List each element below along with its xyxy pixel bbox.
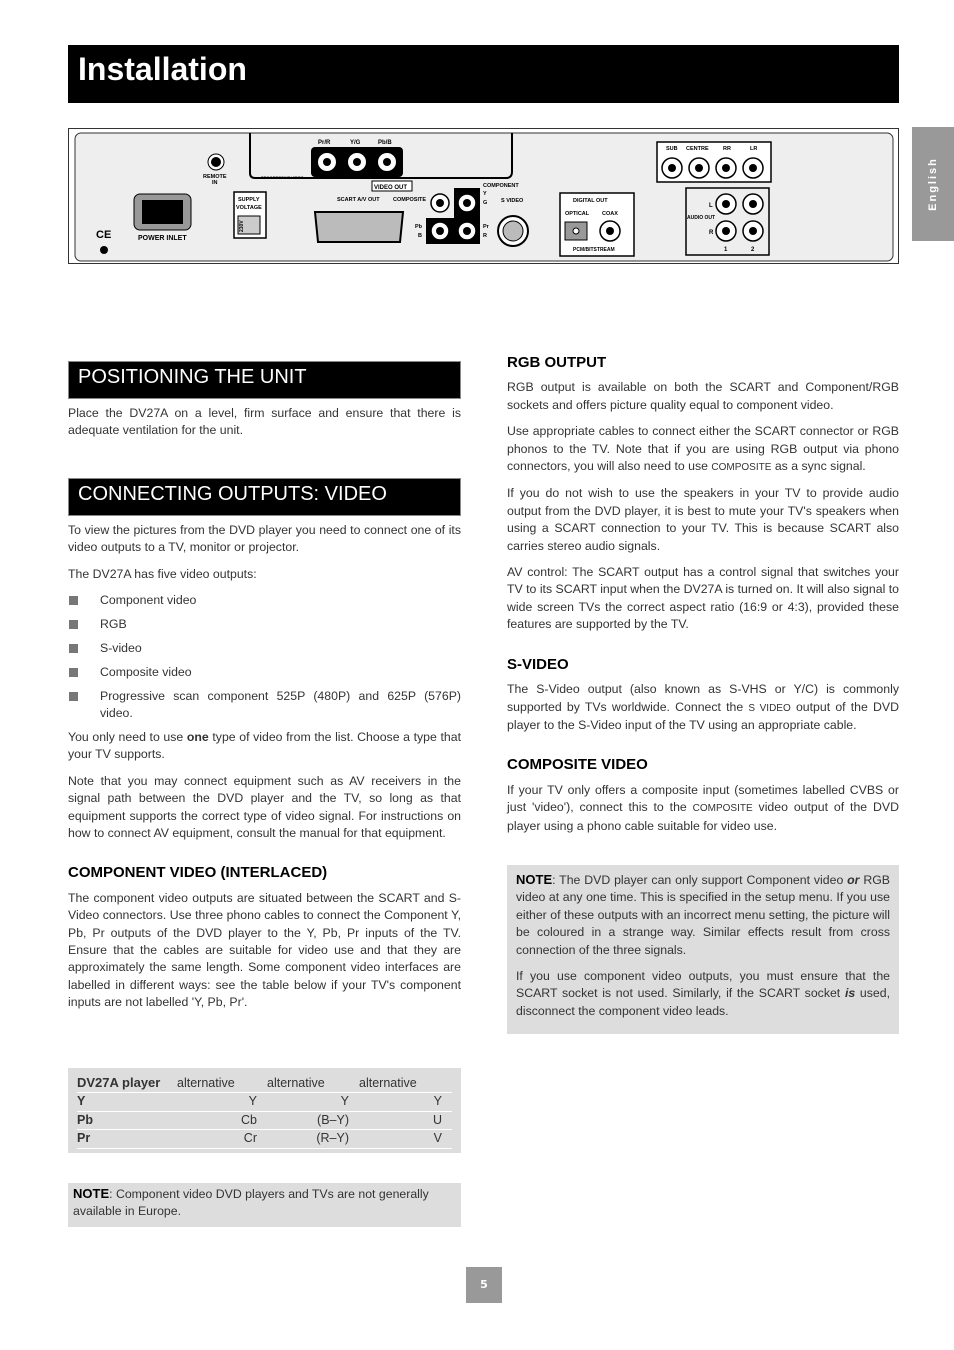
language-tab: English	[912, 127, 954, 241]
svg-text:SUB: SUB	[666, 146, 678, 152]
svg-text:Pb: Pb	[415, 224, 423, 230]
svg-text:COMPOSITE: COMPOSITE	[393, 197, 426, 203]
svg-text:230V: 230V	[239, 220, 245, 232]
svg-text:R: R	[709, 230, 714, 236]
component-naming-table: DV27A player alternative alternative altern…	[68, 1068, 461, 1153]
svg-text:CENTRE: CENTRE	[686, 146, 709, 152]
rgb-text-2: Use appropriate cables to connect either…	[507, 424, 899, 474]
svg-text:G: G	[483, 200, 487, 206]
svg-text:Pr: Pr	[483, 224, 490, 230]
connecting-intro: To view the pictures from the DVD player…	[68, 522, 461, 555]
svg-text:L: L	[709, 203, 713, 209]
component-video-text: The component video outputs are situated…	[68, 890, 461, 1010]
s-video-text: The S-Video output (also known as S-VHS …	[507, 682, 900, 732]
heading-s-video: S-VIDEO	[507, 655, 569, 673]
list-item: Composite video	[68, 664, 461, 681]
av-equipment-text: Note that you may connect equipment such…	[68, 773, 461, 840]
svg-text:PROGRESSIVE VIDEO: PROGRESSIVE VIDEO	[261, 175, 304, 180]
section-heading-positioning: POSITIONING THE UNIT	[68, 361, 461, 399]
note-text-1: NOTE: The DVD player can only support Co…	[516, 872, 890, 957]
svg-text:CE: CE	[96, 229, 111, 241]
list-item: Component video	[68, 592, 461, 609]
svg-text:POWER INLET: POWER INLET	[138, 235, 187, 242]
table-row: Pr Cr (R–Y) V	[77, 1129, 452, 1149]
svg-text:Pb/B: Pb/B	[378, 140, 392, 146]
svg-text:B: B	[418, 233, 422, 239]
rgb-text-1: RGB output is available on both the SCAR…	[507, 380, 899, 412]
heading-component-video: COMPONENT VIDEO (INTERLACED)	[68, 864, 328, 882]
list-item: RGB	[68, 616, 461, 633]
svg-text:Y/G: Y/G	[350, 140, 361, 146]
svg-text:COAX: COAX	[602, 211, 618, 217]
svg-text:RR: RR	[723, 146, 731, 152]
svg-text:VIDEO OUT: VIDEO OUT	[374, 185, 407, 191]
europe-note: NOTE: Component video DVD players and TV…	[68, 1183, 461, 1227]
svg-text:Pr/R: Pr/R	[318, 140, 331, 146]
positioning-text: Place the DV27A on a level, firm surface…	[68, 406, 461, 438]
composite-video-text: If your TV only offers a composite input…	[507, 782, 900, 833]
svg-text:OPTICAL: OPTICAL	[565, 211, 590, 217]
rear-panel-diagram: Pr/R Y/G Pb/B PROGRESSIVE VIDEO REMOTE IN P…	[68, 128, 899, 264]
video-outputs-list: Component video RGB S-video Composite vi…	[68, 592, 461, 722]
right-column: RGB OUTPUT RGB output is available on bo…	[507, 354, 899, 844]
table-row: Pb Cb (B–Y) U	[77, 1111, 452, 1131]
component-rgb-note: NOTE: The DVD player can only support Co…	[507, 865, 899, 1034]
page-number: 5	[466, 1267, 502, 1303]
svg-text:Y: Y	[483, 191, 487, 197]
list-item: Progressive scan component 525P (480P) a…	[68, 688, 461, 723]
outputs-intro: The DV27A has five video outputs:	[68, 566, 257, 581]
table-header-row: DV27A player alternative alternative altern…	[77, 1074, 452, 1094]
language-label: English	[927, 157, 939, 211]
left-column: POSITIONING THE UNIT Place the DV27A on …	[68, 361, 461, 1021]
svg-text:SCART A/V OUT: SCART A/V OUT	[337, 197, 380, 203]
svg-text:R: R	[483, 233, 487, 239]
svg-text:PCM/BITSTREAM: PCM/BITSTREAM	[573, 247, 615, 253]
rgb-text-4: AV control: The SCART output has a contr…	[507, 565, 899, 632]
svg-text:IN: IN	[212, 180, 218, 186]
heading-rgb-output: RGB OUTPUT	[507, 354, 607, 371]
svg-text:S VIDEO: S VIDEO	[501, 198, 524, 204]
table-row: YYYY	[77, 1092, 452, 1112]
note-text-2: If you use component video outputs, you …	[516, 969, 890, 1018]
svg-text:LR: LR	[750, 146, 757, 152]
svg-text:DIGITAL OUT: DIGITAL OUT	[573, 198, 608, 204]
rgb-text-3: If you do not wish to use the speakers i…	[507, 486, 899, 553]
page-title: Installation	[68, 45, 899, 103]
svg-text:AUDIO OUT: AUDIO OUT	[687, 215, 715, 221]
list-item: S-video	[68, 640, 461, 657]
heading-composite-video: COMPOSITE VIDEO	[507, 756, 648, 774]
svg-text:COMPONENT: COMPONENT	[483, 183, 519, 189]
section-heading-connecting-video: CONNECTING OUTPUTS: VIDEO	[68, 477, 461, 516]
one-type-text: You only need to use one type of video f…	[68, 729, 461, 762]
svg-text:SUPPLY: SUPPLY	[238, 197, 260, 203]
svg-text:VOLTAGE: VOLTAGE	[236, 205, 262, 211]
